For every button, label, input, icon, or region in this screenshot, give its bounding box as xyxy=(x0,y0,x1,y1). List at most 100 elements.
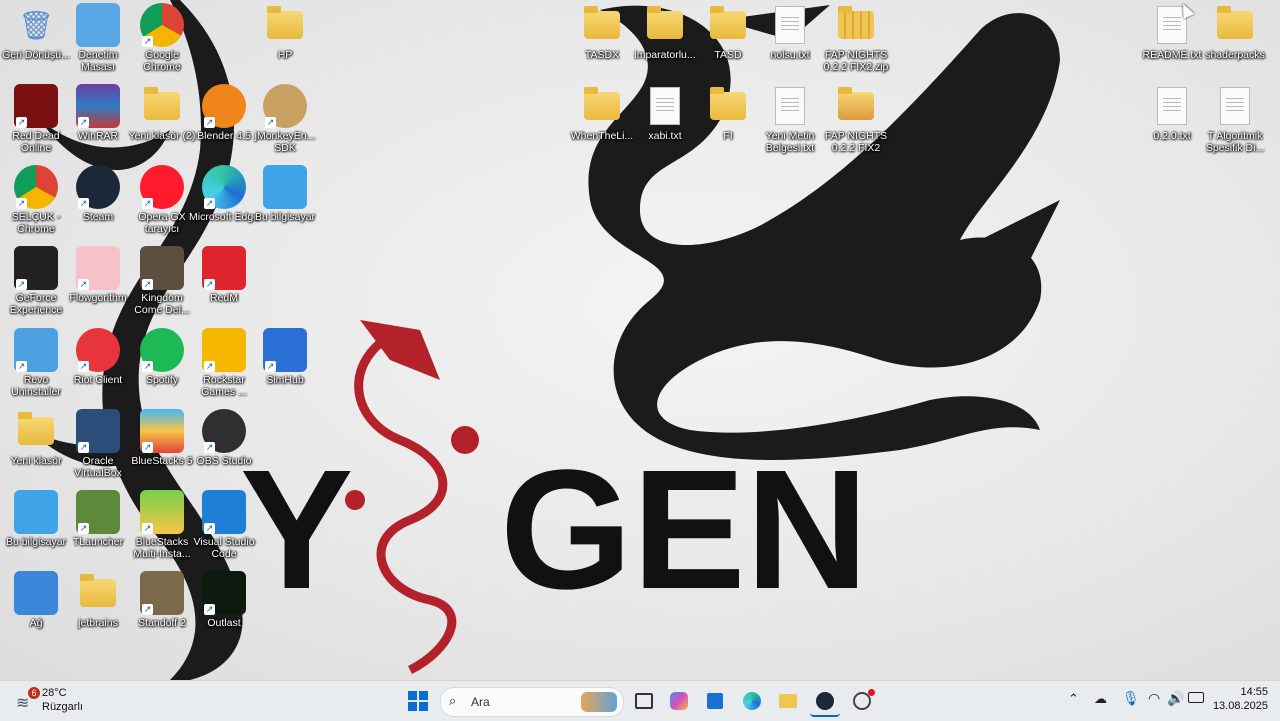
chrome-icon: ↗ xyxy=(140,3,184,47)
desktop-icon[interactable]: ↗ WinRAR xyxy=(62,84,134,162)
file-explorer-button[interactable] xyxy=(773,687,803,715)
desktop-icon[interactable]: ↗ SimHub xyxy=(249,328,321,406)
shortcut-arrow-icon: ↗ xyxy=(142,523,153,534)
desktop-icon[interactable]: ↗ OBS Studio xyxy=(188,409,260,487)
kcd-icon: ↗ xyxy=(140,246,184,290)
desktop-icon[interactable]: Bu bilgisayar xyxy=(249,165,321,243)
task-view-button[interactable] xyxy=(629,687,659,715)
txt-icon xyxy=(1150,84,1194,128)
shortcut-arrow-icon: ↗ xyxy=(204,442,215,453)
shortcut-arrow-icon: ↗ xyxy=(78,198,89,209)
desktop-icon[interactable]: shaderpacks xyxy=(1199,3,1271,81)
desktop[interactable]: Y GEN 🗑 Geri Dönüşü... Denetim Masası ↗ Goog… xyxy=(0,0,1280,680)
txt-icon xyxy=(643,84,687,128)
rdo-icon: ↗ xyxy=(14,84,58,128)
desktop-icon[interactable]: xabi.txt xyxy=(629,84,701,162)
desktop-icon-label: shaderpacks xyxy=(1205,49,1265,61)
shortcut-arrow-icon: ↗ xyxy=(16,279,27,290)
shortcut-arrow-icon: ↗ xyxy=(142,604,153,615)
desktop-icon-label: FAP NIGHTS 0.2.2 FIX2.zip xyxy=(823,49,889,73)
desktop-icon[interactable]: imparatorlu... xyxy=(629,3,701,81)
store-button[interactable] xyxy=(700,687,730,715)
desktop-icon[interactable]: 0.2.0.txt xyxy=(1136,84,1208,162)
desktop-icon[interactable]: ↗ Outlast xyxy=(188,571,260,649)
desktop-icon-label: Bu bilgisayar xyxy=(254,211,316,223)
weather-widget[interactable]: ≋ 6 28°C Rüzgarlı xyxy=(14,685,104,717)
desktop-icon[interactable]: TASDX xyxy=(566,3,638,81)
desktop-icon[interactable]: ↗ jMonkeyEn... SDK xyxy=(249,84,321,162)
clock-date: 13.08.2025 xyxy=(1212,700,1268,712)
clock[interactable]: 14:55 13.08.2025 xyxy=(1210,686,1268,712)
control-icon xyxy=(76,3,120,47)
microphone-icon[interactable]: 🎙 xyxy=(1122,690,1140,707)
desktop-icon[interactable]: ↗ Visual Studio Code xyxy=(188,490,260,568)
app-taskbar-button[interactable] xyxy=(847,687,877,715)
redm-icon: ↗ xyxy=(202,246,246,290)
desktop-icon-label: Outlast xyxy=(207,617,241,629)
shortcut-arrow-icon: ↗ xyxy=(16,361,27,372)
battery-icon[interactable] xyxy=(1188,692,1204,703)
flowgorithm-icon: ↗ xyxy=(76,246,120,290)
network-icon xyxy=(14,571,58,615)
shortcut-arrow-icon: ↗ xyxy=(16,198,27,209)
desktop-icon[interactable]: WhenTheLi... xyxy=(566,84,638,162)
pc-icon xyxy=(263,165,307,209)
wifi-icon[interactable]: ◠ xyxy=(1148,690,1160,707)
shortcut-arrow-icon: ↗ xyxy=(142,36,153,47)
recycle-icon: 🗑 xyxy=(18,9,54,41)
shortcut-arrow-icon: ↗ xyxy=(265,361,276,372)
weather-wind-icon: ≋ xyxy=(16,695,30,712)
desktop-icon[interactable]: ↗ RedM xyxy=(188,246,260,324)
desktop-icon[interactable]: ↗ Oracle VirtualBox xyxy=(62,409,134,487)
steam-icon xyxy=(816,692,834,710)
taskbar: ≋ 6 28°C Rüzgarlı ⌕ Ara ⌃ ☁ 🎙 ◠ 🔊 14:55 … xyxy=(0,680,1280,721)
zip-icon xyxy=(834,3,878,47)
desktop-icon-label: Visual Studio Code xyxy=(193,536,255,560)
desktop-icon[interactable]: T Algoritmik Spesifik Di... xyxy=(1199,84,1271,162)
desktop-icon-label: HP xyxy=(277,49,293,61)
search-box[interactable]: ⌕ Ara xyxy=(440,687,624,717)
desktop-icon[interactable]: HP xyxy=(249,3,321,81)
desktop-icon[interactable]: nolsu.txt xyxy=(754,3,826,81)
desktop-icon-label: Denetim Masası xyxy=(78,49,118,73)
desktop-icon[interactable]: ↗ Steam xyxy=(62,165,134,243)
desktop-icon-label: Yeni Metin Belgesi.txt xyxy=(765,130,815,154)
folder-icon xyxy=(779,694,797,708)
desktop-icon[interactable]: FAP NIGHTS 0.2.2 FIX2 xyxy=(820,84,892,162)
desktop-icon-label: SimHub xyxy=(266,374,304,386)
tray-overflow-icon[interactable]: ⌃ xyxy=(1068,691,1079,707)
desktop-icon-label: WinRAR xyxy=(77,130,119,142)
desktop-icon[interactable]: Denetim Masası xyxy=(62,3,134,81)
onedrive-icon[interactable]: ☁ xyxy=(1094,691,1107,707)
start-button[interactable] xyxy=(403,687,433,715)
shortcut-arrow-icon: ↗ xyxy=(78,442,89,453)
desktop-icon[interactable]: Yeni Metin Belgesi.txt xyxy=(754,84,826,162)
shortcut-arrow-icon: ↗ xyxy=(204,523,215,534)
steam-taskbar-button[interactable] xyxy=(810,687,840,717)
desktop-icon[interactable]: ↗ Google Chrome xyxy=(126,3,198,81)
desktop-icon[interactable]: jetbrains xyxy=(62,571,134,649)
shortcut-arrow-icon: ↗ xyxy=(142,442,153,453)
folder-icon xyxy=(14,409,58,453)
search-highlight-icon xyxy=(581,692,617,712)
edge-icon xyxy=(743,692,761,710)
edge-taskbar-button[interactable] xyxy=(737,687,767,715)
shortcut-arrow-icon: ↗ xyxy=(204,198,215,209)
txt-icon xyxy=(768,3,812,47)
nvidia-icon: ↗ xyxy=(14,246,58,290)
copilot-button[interactable] xyxy=(664,687,694,715)
volume-icon[interactable]: 🔊 xyxy=(1167,690,1184,707)
txt-icon xyxy=(1213,84,1257,128)
vbox-icon: ↗ xyxy=(76,409,120,453)
desktop-icon[interactable]: FAP NIGHTS 0.2.2 FIX2.zip xyxy=(820,3,892,81)
bsmulti-icon: ↗ xyxy=(140,490,184,534)
desktop-icon[interactable]: README.txt xyxy=(1136,3,1208,81)
desktop-icon-label: Steam xyxy=(82,211,114,223)
chrome-icon: ↗ xyxy=(14,165,58,209)
txt-icon xyxy=(768,84,812,128)
desktop-icon[interactable]: ↗ Riot Client xyxy=(62,328,134,406)
desktop-icon[interactable]: ↗ TLauncher xyxy=(62,490,134,568)
edge-icon: ↗ xyxy=(202,165,246,209)
shortcut-arrow-icon: ↗ xyxy=(78,117,89,128)
desktop-icon[interactable]: ↗ Flowgorithm xyxy=(62,246,134,324)
